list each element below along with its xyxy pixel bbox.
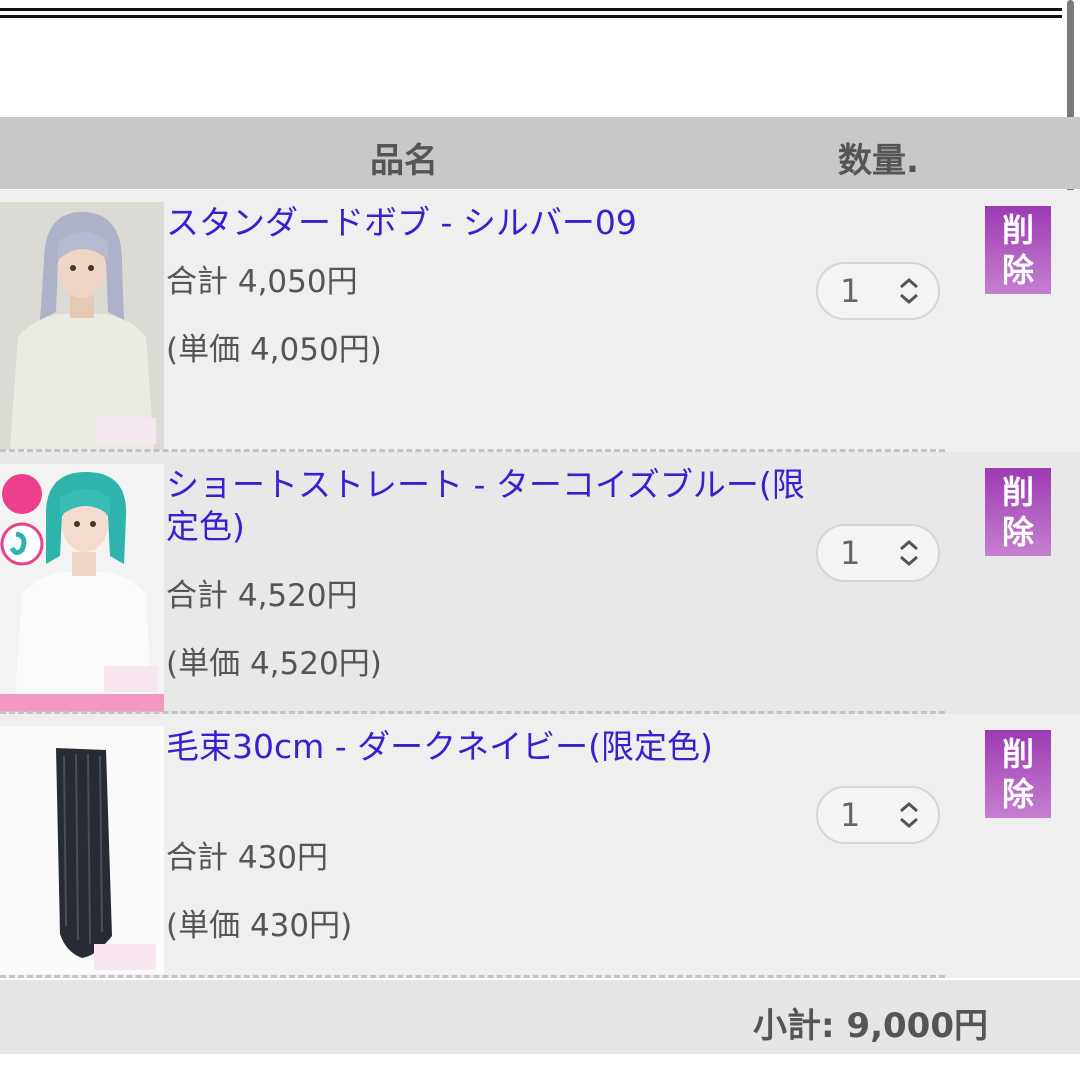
chevron-up-down-icon bbox=[900, 278, 918, 304]
product-thumbnail[interactable] bbox=[0, 202, 164, 450]
delete-button[interactable]: 削除 bbox=[985, 206, 1051, 294]
quantity-value: 1 bbox=[840, 534, 861, 572]
column-header-quantity: 数量. bbox=[838, 141, 919, 181]
quantity-value: 1 bbox=[840, 796, 861, 834]
delete-button[interactable]: 削除 bbox=[985, 730, 1051, 818]
line-total: 合計 4,050円 bbox=[166, 264, 358, 300]
cart-item-row: ショートストレート - ターコイズブルー(限定色) 合計 4,520円 (単価 … bbox=[0, 452, 1080, 714]
quantity-select[interactable]: 1 bbox=[816, 786, 940, 844]
quantity-select[interactable]: 1 bbox=[816, 524, 940, 582]
column-header-name: 品名 bbox=[370, 141, 438, 181]
cart-item-row: 毛束30cm - ダークネイビー(限定色) 合計 430円 (単価 430円) … bbox=[0, 714, 1080, 978]
quantity-value: 1 bbox=[840, 272, 861, 310]
product-thumbnail[interactable] bbox=[0, 464, 164, 712]
cart-table-header: 品名 数量. bbox=[0, 117, 1080, 189]
product-thumbnail[interactable] bbox=[0, 726, 164, 974]
quantity-select[interactable]: 1 bbox=[816, 262, 940, 320]
product-name-link[interactable]: スタンダードボブ - シルバー09 bbox=[166, 202, 816, 244]
cart-item-row: スタンダードボブ - シルバー09 合計 4,050円 (単価 4,050円) … bbox=[0, 190, 1080, 452]
unit-price: (単価 430円) bbox=[166, 908, 353, 944]
product-name-link[interactable]: 毛束30cm - ダークネイビー(限定色) bbox=[166, 726, 726, 768]
unit-price: (単価 4,520円) bbox=[166, 646, 382, 682]
top-divider bbox=[0, 8, 1062, 11]
subtotal-amount: 小計: 9,000円 bbox=[753, 1006, 988, 1046]
top-divider bbox=[0, 15, 1062, 18]
subtotal-bar: 小計: 9,000円 bbox=[0, 980, 1080, 1054]
delete-button[interactable]: 削除 bbox=[985, 468, 1051, 556]
unit-price: (単価 4,050円) bbox=[166, 332, 382, 368]
chevron-up-down-icon bbox=[900, 540, 918, 566]
product-name-link[interactable]: ショートストレート - ターコイズブルー(限定色) bbox=[166, 464, 816, 548]
line-total: 合計 4,520円 bbox=[166, 578, 358, 614]
chevron-up-down-icon bbox=[900, 802, 918, 828]
row-divider bbox=[0, 975, 945, 978]
line-total: 合計 430円 bbox=[166, 840, 329, 876]
